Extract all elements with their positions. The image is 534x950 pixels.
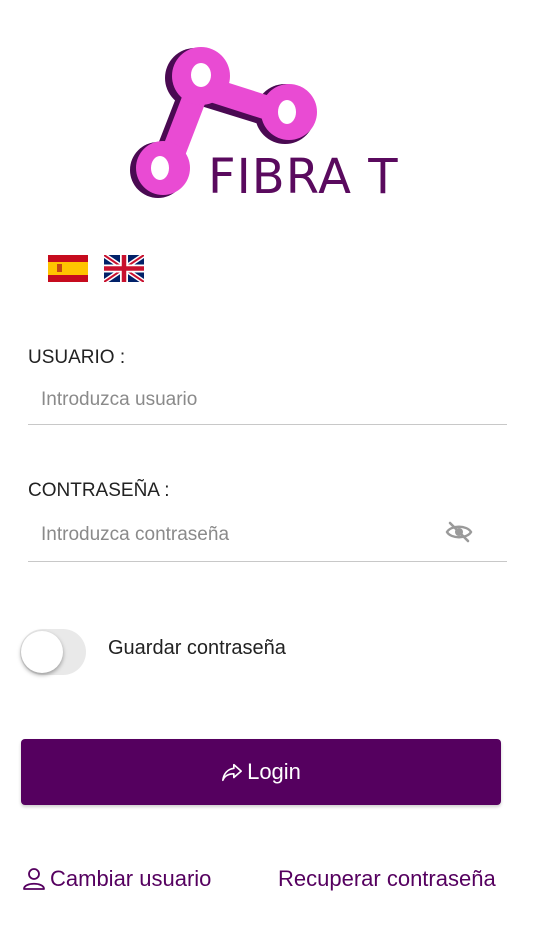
remember-password-label: Guardar contraseña	[108, 637, 286, 659]
login-button[interactable]: Login	[21, 739, 501, 805]
uk-flag-icon[interactable]	[104, 255, 144, 282]
user-icon	[23, 868, 45, 890]
recover-password-label: Recuperar contraseña	[278, 866, 496, 891]
eye-slash-icon[interactable]	[445, 520, 473, 544]
change-user-label: Cambiar usuario	[50, 866, 212, 891]
password-input[interactable]	[28, 508, 507, 561]
password-label: CONTRASEÑA :	[28, 480, 170, 501]
username-input[interactable]	[28, 375, 507, 424]
remember-password-toggle-wrapper	[20, 629, 86, 675]
recover-password-link[interactable]: Recuperar contraseña	[278, 866, 496, 892]
share-arrow-icon	[222, 763, 243, 782]
logo-wordmark: FIBRA T	[208, 149, 399, 205]
toggle-knob	[21, 631, 63, 673]
username-field-wrapper	[28, 375, 507, 425]
username-label: USUARIO :	[28, 347, 126, 368]
language-selector	[48, 255, 144, 282]
spain-flag-icon[interactable]	[48, 255, 88, 282]
remember-password-toggle[interactable]	[20, 629, 86, 675]
change-user-link[interactable]: Cambiar usuario	[22, 866, 211, 892]
login-button-label: Login	[247, 759, 301, 784]
password-field-wrapper	[28, 508, 507, 562]
